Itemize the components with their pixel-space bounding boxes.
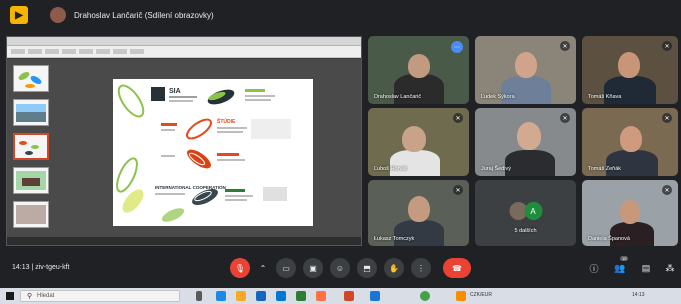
explorer-icon[interactable] [236,291,246,301]
slide-thumbnails [13,65,53,241]
search-placeholder: Hledat [37,293,55,299]
participant-name: Ľuboš Horvát [374,166,407,172]
current-slide: SIA ŠTÚDIE INTERNATIONAL COOPERATION [113,79,313,226]
participant-tile[interactable]: ✕ Juraj Šedivý [475,108,576,176]
slide-heading-sia: SIA [169,88,181,95]
participant-name: Tomáš Kňava [588,94,622,100]
ppt-ribbon [7,46,361,58]
chrome-icon[interactable] [420,291,430,301]
ppt-status-bar [7,237,361,245]
people-icon[interactable]: 👥 [614,262,626,274]
participant-name: Daniela Španová [588,236,630,242]
slide-thumbnail[interactable] [13,65,49,92]
mic-off-icon: ✕ [560,113,570,123]
chevron-icon[interactable]: ⌃ [256,258,270,278]
taskbar-clock: 14:13 [632,292,645,298]
meet-window: ▶ Drahoslav Lančarič (Sdílení obrazovky) [0,0,681,304]
participant-tile[interactable]: ✕ Łukasz Tomczyk [368,180,469,246]
taskbar: ⚲ Hledat CZK/EUR 14:13 [0,288,681,304]
meeting-time-and-code: 14:13 | ziv-tgeu-kft [12,264,70,271]
participant-tile[interactable]: ⋯ Drahoslav Lančarič [368,36,469,104]
info-icon[interactable]: ⓘ [588,262,600,274]
mic-off-icon[interactable]: 🎙 [230,258,250,278]
shared-screen[interactable]: SIA ŠTÚDIE INTERNATIONAL COOPERATION [6,36,362,246]
participant-name: Ľudek Sýkora [481,94,515,100]
speaking-indicator-icon: ⋯ [451,41,463,53]
slide-heading-studies: ŠTÚDIE [217,117,236,125]
camera-icon[interactable]: ▭ [276,258,296,278]
top-bar: ▶ Drahoslav Lančarič (Sdílení obrazovky) [0,0,681,30]
participant-name: Tomáš Zeňák [588,166,622,172]
others-tile[interactable]: A 5 dalších [475,180,576,246]
edge-icon[interactable] [216,291,226,301]
mic-off-icon: ✕ [662,113,672,123]
activities-icon[interactable]: ⁂ [664,262,676,274]
meeting-controls: 14:13 | ziv-tgeu-kft 🎙 ⌃ ▭ ▣ ☺ ⬒ ✋ ⋮ ☎ ⓘ… [0,250,681,288]
participant-tile[interactable]: ✕ Tomáš Zeňák [582,108,678,176]
tray-ticker: CZK/EUR [470,292,492,298]
participant-tile[interactable]: ✕ Ľudek Sýkora [475,36,576,104]
windows-start-icon[interactable] [6,292,14,300]
others-count-label: 5 dalších [514,228,537,234]
presenter-avatar [50,7,66,23]
presenter-title: Drahoslav Lančarič (Sdílení obrazovky) [74,10,214,20]
participant-name: Juraj Šedivý [481,166,511,172]
chat-icon[interactable]: ▤ [640,262,652,274]
outlook-icon[interactable] [256,291,266,301]
more-icon[interactable]: ⋮ [411,258,431,278]
ppt-title-bar [7,37,361,46]
powerpoint-icon[interactable] [344,291,354,301]
slide-thumbnail-selected[interactable] [13,133,49,160]
mic-off-icon: ✕ [453,113,463,123]
participant-name: Łukasz Tomczyk [374,236,415,242]
slide-thumbnail[interactable] [13,201,49,228]
ppt-workspace: SIA ŠTÚDIE INTERNATIONAL COOPERATION [7,59,361,245]
slide-graphic: SIA ŠTÚDIE INTERNATIONAL COOPERATION [116,84,291,222]
weather-icon [456,291,466,301]
mic-off-icon: ✕ [453,185,463,195]
emoji-icon[interactable]: ☺ [330,258,350,278]
mic-off-icon: ✕ [662,41,672,51]
avatar: A [524,202,542,220]
participant-tile[interactable]: ✕ Tomáš Kňava [582,36,678,104]
excel-icon[interactable] [296,291,306,301]
slide-thumbnail[interactable] [13,167,49,194]
search-icon: ⚲ [27,293,33,300]
mic-off-icon: ✕ [662,185,672,195]
present-icon[interactable]: ⬒ [357,258,377,278]
mic-off-icon: ✕ [560,41,570,51]
task-view-icon[interactable] [196,291,202,301]
participant-name: Drahoslav Lančarič [374,94,422,100]
meet-logo-icon: ▶ [10,6,28,24]
taskbar-search[interactable]: ⚲ Hledat [20,290,180,302]
end-call-icon[interactable]: ☎ [443,258,471,278]
app-icon[interactable] [316,291,326,301]
slide-thumbnail[interactable] [13,99,49,126]
captions-icon[interactable]: ▣ [303,258,323,278]
word-icon[interactable] [370,291,380,301]
others-avatars: A [509,202,542,220]
slide-heading-intl: INTERNATIONAL COOPERATION [155,185,226,190]
participant-tile[interactable]: ✕ Ľuboš Horvát [368,108,469,176]
store-icon[interactable] [276,291,286,301]
participant-tile[interactable]: ✕ Daniela Španová [582,180,678,246]
hand-icon[interactable]: ✋ [384,258,404,278]
people-count-badge: 10 [620,256,629,261]
